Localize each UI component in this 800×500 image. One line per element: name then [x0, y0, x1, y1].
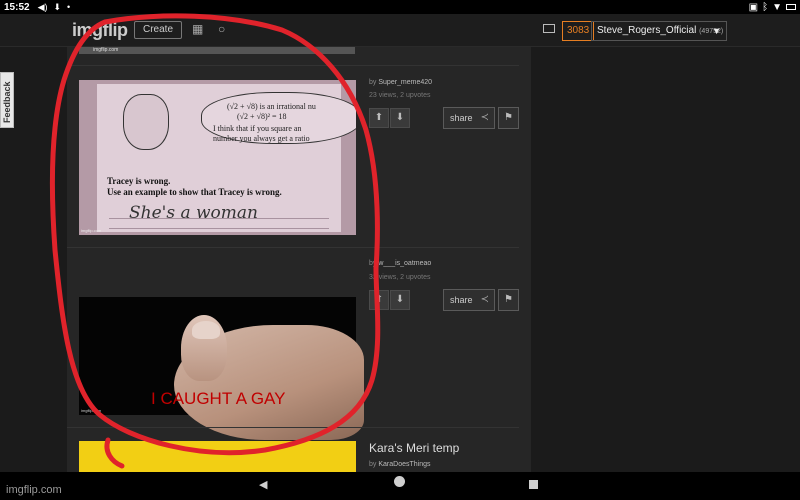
downvote-button[interactable]: ⬇	[390, 108, 410, 128]
feedback-tab[interactable]: Feedback	[0, 72, 14, 128]
post-byline: by w___is_oatmeao	[369, 260, 431, 267]
post-byline: by KaraDoesThings	[369, 461, 431, 468]
dot-icon: •	[67, 2, 71, 12]
worksheet-line: I think that if you square an	[213, 124, 302, 133]
post-image[interactable]	[79, 441, 356, 472]
post-divider	[67, 65, 519, 66]
share-icon: ≺	[480, 294, 489, 305]
worksheet-prompt: Use an example to show that Tracey is wr…	[107, 187, 282, 197]
image-watermark: imgflip.com	[81, 228, 102, 233]
site-header: imgflip Create ▦ ○ 3083 Steve_Rogers_Off…	[0, 14, 800, 47]
create-button[interactable]: Create	[134, 21, 182, 39]
ruled-line	[109, 228, 329, 229]
by-label: by	[369, 260, 377, 267]
post-image[interactable]: I CAUGHT A GAY imgflip.com	[79, 297, 364, 440]
share-button[interactable]: share ≺	[443, 289, 495, 311]
username: Steve_Rogers_Official	[597, 25, 697, 36]
worksheet-line: number you always get a ratio	[213, 134, 310, 143]
meme-feed: imgflip.com (√2 + √8) is an irrational n…	[67, 47, 531, 472]
image-watermark: imgflip.com	[81, 408, 102, 413]
feed-post: I CAUGHT A GAY imgflip.com by w___is_oat…	[67, 247, 531, 440]
share-button[interactable]: share ≺	[443, 107, 495, 129]
battery-icon	[786, 4, 796, 10]
android-nav-bar: ◀	[0, 472, 800, 500]
search-icon[interactable]: ○	[218, 22, 225, 36]
post-byline: by Super_meme420	[369, 79, 432, 86]
author-link[interactable]: KaraDoesThings	[378, 461, 430, 468]
clock: 15:52	[4, 1, 30, 13]
bluetooth-icon: ᛒ	[762, 1, 769, 13]
by-label: by	[369, 461, 377, 468]
downvote-button[interactable]: ⬇	[390, 290, 410, 310]
post-stats: 23 views, 2 upvotes	[369, 92, 431, 99]
feed-post: (√2 + √8) is an irrational nu (√2 + √8)²…	[67, 79, 531, 245]
previous-post-image[interactable]: imgflip.com	[79, 47, 355, 54]
flag-button[interactable]: ⚑	[498, 107, 519, 129]
imgflip-logo[interactable]: imgflip	[72, 20, 128, 41]
by-label: by	[369, 79, 377, 86]
feed-post: Kara's Meri temp by KaraDoesThings	[67, 441, 531, 472]
worksheet-image: (√2 + √8) is an irrational nu (√2 + √8)²…	[79, 80, 356, 235]
worksheet-line: (√2 + √8) is an irrational nu	[227, 102, 316, 111]
cartoon-face-drawing	[123, 94, 169, 150]
status-bar: 15:52 ◀) ⬇ • ▣ ᛒ ▼	[0, 0, 800, 14]
upvote-button[interactable]: ⬆	[369, 108, 389, 128]
share-label: share	[450, 295, 473, 305]
post-divider	[67, 427, 519, 428]
image-watermark: imgflip.com	[93, 47, 119, 53]
wifi-icon: ▼	[772, 1, 782, 13]
share-label: share	[450, 113, 473, 123]
worksheet-prompt: Tracey is wrong.	[107, 176, 171, 186]
notification-points-badge[interactable]: 3083	[562, 21, 595, 41]
feedback-label: Feedback	[2, 81, 12, 123]
post-stats: 32 views, 2 upvotes	[369, 274, 431, 281]
flag-button[interactable]: ⚑	[498, 289, 519, 311]
volume-icon: ◀)	[37, 1, 48, 12]
status-icons: ▣ ᛒ ▼	[749, 2, 796, 13]
user-menu-button[interactable]: Steve_Rogers_Official (49752) ▼	[591, 21, 727, 41]
home-icon[interactable]	[394, 476, 405, 487]
back-icon[interactable]: ◀	[259, 478, 267, 491]
right-sidebar	[531, 47, 800, 472]
handwritten-answer: She's a woman	[129, 203, 258, 223]
share-icon: ≺	[480, 112, 489, 123]
worksheet-line: (√2 + √8)² = 18	[237, 112, 287, 121]
recents-icon[interactable]	[529, 480, 538, 489]
thumbnail-nail	[192, 321, 220, 339]
imgflip-watermark: imgflip.com	[6, 484, 62, 496]
post-image[interactable]: (√2 + √8) is an irrational nu (√2 + √8)²…	[79, 80, 356, 235]
grid-icon[interactable]: ▦	[192, 22, 203, 36]
chevron-down-icon: ▼	[712, 26, 721, 36]
nfc-icon: ▣	[748, 1, 759, 13]
mail-icon[interactable]	[543, 24, 555, 33]
upvote-button[interactable]: ⬆	[369, 290, 389, 310]
post-title[interactable]: Kara's Meri temp	[369, 441, 459, 455]
author-link[interactable]: w___is_oatmeao	[378, 260, 431, 267]
meme-caption: I CAUGHT A GAY	[151, 389, 286, 408]
download-icon: ⬇	[53, 1, 62, 12]
author-link[interactable]: Super_meme420	[378, 79, 432, 86]
